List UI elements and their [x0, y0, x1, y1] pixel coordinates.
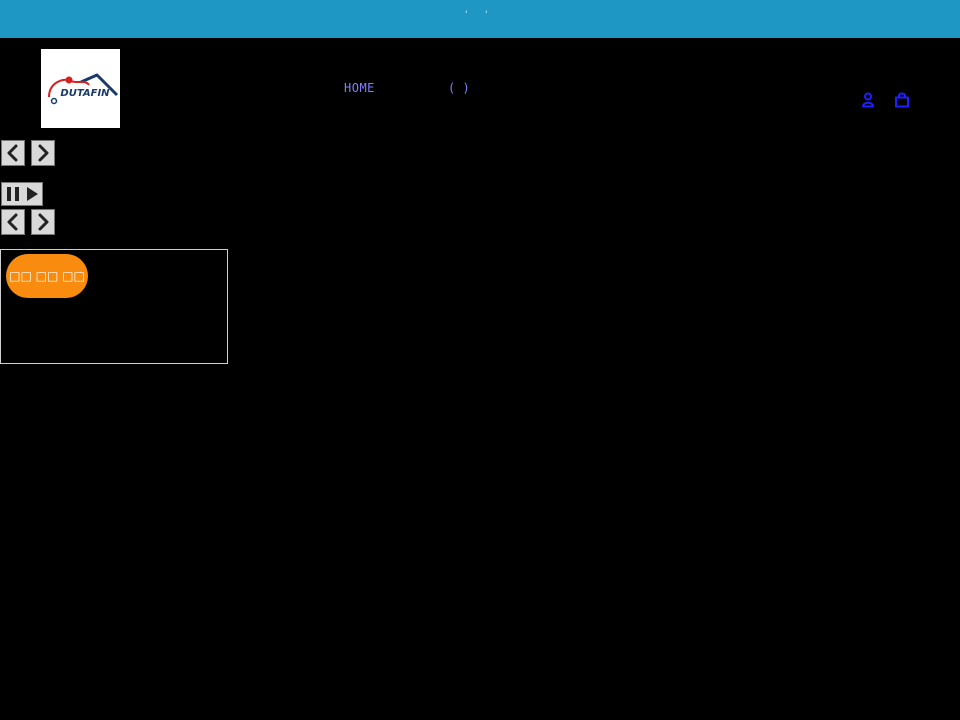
chevron-left-icon [7, 144, 18, 162]
dutafin-logo-graphic: DUTAFIN [48, 73, 119, 105]
site-logo[interactable]: DUTAFIN [41, 49, 120, 128]
cart-icon[interactable] [893, 91, 911, 109]
announcement-mark-left: ' [465, 10, 468, 20]
play-icon [27, 187, 38, 201]
pause-icon [7, 187, 19, 201]
announcement-bar: ' ' [0, 0, 960, 38]
logo-wordmark: DUTAFIN [60, 88, 110, 99]
slider-autoplay-toggle[interactable] [1, 182, 43, 206]
announcement-mark-right: ' [485, 10, 488, 20]
slider-prev-button[interactable] [1, 140, 25, 166]
nav-home-link[interactable]: HOME [344, 81, 375, 95]
nav-menu-item[interactable]: ( ) [448, 81, 470, 95]
chevron-right-icon [38, 213, 49, 231]
card-badge: □□ □□ □□ [6, 254, 88, 298]
chevron-left-icon [7, 213, 18, 231]
carousel-next-button[interactable] [31, 209, 55, 235]
account-icon[interactable] [859, 91, 877, 109]
chevron-right-icon [38, 144, 49, 162]
slider-next-button[interactable] [31, 140, 55, 166]
carousel-prev-button[interactable] [1, 209, 25, 235]
